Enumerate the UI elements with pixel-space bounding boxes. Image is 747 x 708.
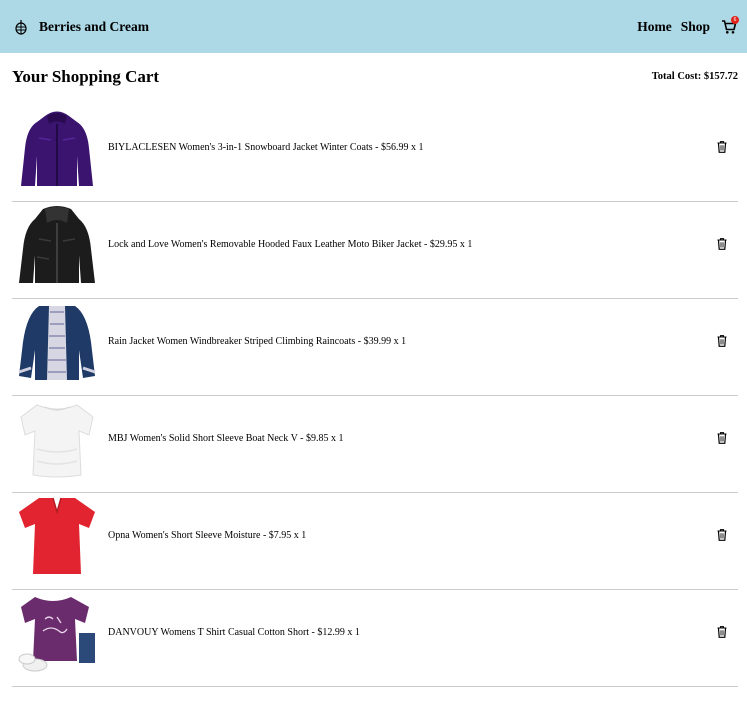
product-image-navy-striped-raincoat — [18, 306, 96, 380]
product-image-red-tshirt — [19, 497, 95, 574]
cart-item-text: MBJ Women's Solid Short Sleeve Boat Neck… — [108, 433, 344, 444]
cart-item: MBJ Women's Solid Short Sleeve Boat Neck… — [12, 396, 738, 493]
trash-icon[interactable] — [717, 141, 727, 153]
cart-item: BIYLACLESEN Women's 3-in-1 Snowboard Jac… — [12, 105, 738, 202]
cart-item-text: Lock and Love Women's Removable Hooded F… — [108, 239, 473, 250]
trash-icon[interactable] — [717, 626, 727, 638]
cart-item: Lock and Love Women's Removable Hooded F… — [12, 202, 738, 299]
product-image-purple-graphic-tshirt — [18, 597, 95, 672]
cart-item-text: Opna Women's Short Sleeve Moisture - $7.… — [108, 530, 307, 541]
trash-icon[interactable] — [717, 529, 727, 541]
cart-count-badge: 6 — [731, 15, 739, 24]
page-title: Your Shopping Cart — [12, 67, 160, 86]
brand-name: Berries and Cream — [39, 18, 149, 34]
product-image-purple-jacket — [21, 111, 93, 186]
berry-logo-icon — [14, 19, 28, 35]
nav-home-link[interactable]: Home — [637, 19, 672, 35]
nav-links: Home Shop 6 — [637, 0, 739, 53]
cart-item-list: BIYLACLESEN Women's 3-in-1 Snowboard Jac… — [12, 105, 738, 687]
cart-header: Your Shopping Cart Total Cost: $157.72 — [12, 66, 738, 90]
total-cost: Total Cost: $157.72 — [651, 71, 738, 82]
product-image-white-tshirt — [20, 404, 94, 478]
cart-item: Rain Jacket Women Windbreaker Striped Cl… — [12, 299, 738, 396]
cart-item-text: DANVOUY Womens T Shirt Casual Cotton Sho… — [108, 627, 360, 638]
trash-icon[interactable] — [717, 238, 727, 250]
cart-item-text: BIYLACLESEN Women's 3-in-1 Snowboard Jac… — [108, 142, 424, 153]
product-image-black-leather-jacket — [19, 206, 95, 283]
cart-item-text: Rain Jacket Women Windbreaker Striped Cl… — [108, 336, 407, 347]
brand[interactable]: Berries and Cream — [14, 19, 149, 35]
cart-item: Opna Women's Short Sleeve Moisture - $7.… — [12, 493, 738, 590]
cart-item: DANVOUY Womens T Shirt Casual Cotton Sho… — [12, 590, 738, 687]
nav-shop-link[interactable]: Shop — [681, 19, 710, 35]
trash-icon[interactable] — [717, 335, 727, 347]
cart-button[interactable]: 6 — [721, 15, 739, 35]
navbar: Berries and Cream Home Shop 6 — [0, 0, 747, 53]
trash-icon[interactable] — [717, 432, 727, 444]
